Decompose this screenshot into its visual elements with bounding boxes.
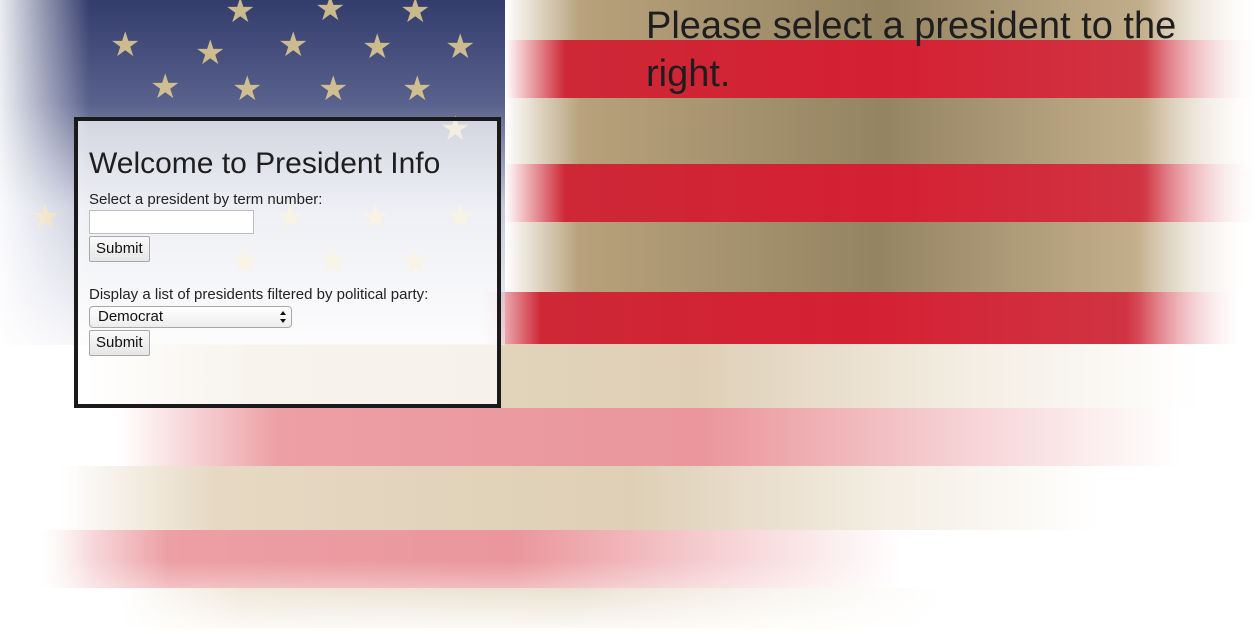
star-icon: ★ (195, 33, 226, 73)
term-number-input[interactable] (89, 210, 254, 234)
form-spacer (89, 262, 486, 286)
term-number-label: Select a president by term number: (89, 191, 323, 208)
flag-stripe (480, 292, 1240, 344)
term-submit-button[interactable]: Submit (89, 236, 150, 262)
party-submit-button[interactable]: Submit (89, 330, 150, 356)
select-arrows-icon (280, 311, 286, 323)
star-icon: ★ (362, 27, 393, 67)
select-president-heading: Please select a president to the right. (646, 5, 1177, 95)
party-filter-label: Display a list of presidents filtered by… (89, 286, 429, 303)
star-icon: ★ (400, 0, 431, 31)
star-icon: ★ (232, 69, 263, 109)
star-icon: ★ (445, 27, 476, 67)
flag-stripe (60, 466, 1100, 530)
flag-stripe (505, 222, 1245, 292)
party-select-value: Democrat (98, 308, 164, 325)
panel-title: Welcome to President Info (89, 147, 441, 180)
star-icon: ★ (110, 25, 141, 65)
fade-overlay (0, 560, 1260, 634)
star-icon: ★ (318, 69, 349, 109)
president-info-panel: Welcome to President Info Select a presi… (74, 117, 501, 408)
star-icon: ★ (315, 0, 346, 29)
star-icon: ★ (278, 25, 309, 65)
star-icon: ★ (402, 69, 433, 109)
star-icon: ★ (225, 0, 256, 31)
party-select[interactable]: Democrat (89, 306, 292, 328)
flag-stripe (120, 408, 1180, 466)
star-icon: ★ (150, 67, 181, 107)
